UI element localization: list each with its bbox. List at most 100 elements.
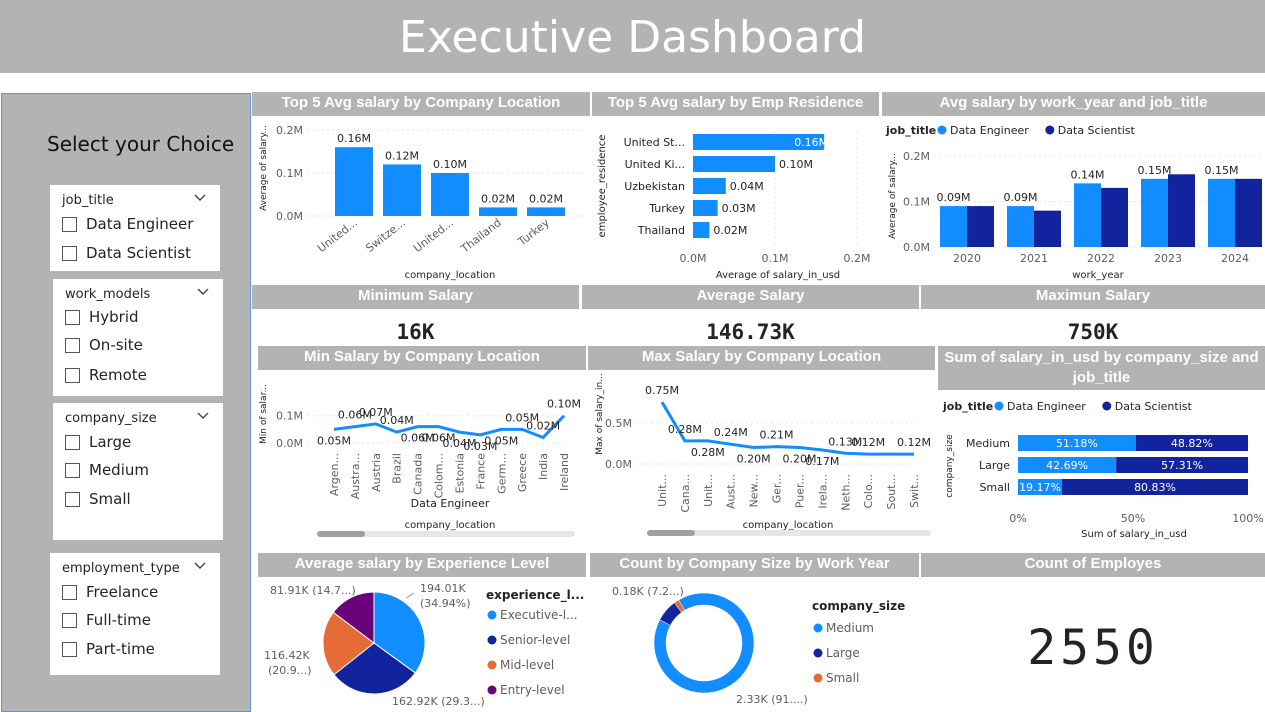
data-label: 0.10M — [433, 158, 467, 171]
y-tick-label: 0.2M — [903, 150, 930, 163]
checkbox[interactable] — [65, 367, 80, 383]
checkbox[interactable] — [65, 462, 80, 478]
x-tick-label: Swit... — [908, 474, 921, 508]
y-tick-label: 0.5M — [605, 417, 632, 430]
option-on-site[interactable]: On-site — [65, 336, 143, 354]
y-axis-label: Min of salar... — [259, 384, 269, 444]
data-label: 51.18% — [1056, 437, 1098, 450]
x-tick-label: 0.1M — [762, 252, 789, 265]
data-label: 162.92K (29.3...) — [392, 695, 485, 708]
x-axis-label: company_location — [405, 520, 496, 531]
legend-marker — [994, 401, 1004, 411]
data-label: 0.16M — [337, 132, 371, 145]
y-tick-label: United St... — [624, 136, 685, 149]
x-tick-label: Unit... — [656, 474, 669, 507]
data-label: 2.33K (91....) — [736, 693, 808, 706]
chart-experience: 194.01K (34.94%) 162.92K (29.3...) 116.42K (… — [264, 582, 584, 708]
x-tick-label: India — [537, 453, 550, 480]
bar — [1074, 183, 1101, 247]
slicer-title: company_size — [65, 411, 157, 426]
chart-count-size: 2.33K (91....) 0.18K (7.2...) company_size… — [612, 585, 905, 706]
data-label: 0.05M — [317, 434, 351, 447]
x-tick-label: Colo... — [862, 474, 875, 509]
bar — [431, 173, 469, 216]
data-label: 0.09M — [1004, 191, 1038, 204]
data-label: 0.14M — [1071, 168, 1105, 181]
data-label: (20.9...) — [268, 664, 312, 677]
option-hybrid[interactable]: Hybrid — [65, 308, 139, 326]
option-data-scientist[interactable]: Data Scientist — [62, 244, 191, 262]
x-axis-label: Average of salary_in_usd — [716, 270, 840, 281]
data-label: 0.09M — [937, 191, 971, 204]
slicer-title: employment_type — [62, 561, 180, 576]
legend-marker — [813, 623, 823, 633]
legend-label: Data Engineer — [950, 124, 1029, 137]
slicer-work-models: work_models Hybrid On-site Remote — [53, 279, 223, 396]
y-tick-label: 0.1M — [276, 410, 303, 423]
y-axis-label: company_size — [945, 434, 955, 498]
option-freelance[interactable]: Freelance — [62, 583, 158, 601]
axis-subtitle: Data Engineer — [411, 497, 490, 510]
option-medium[interactable]: Medium — [65, 461, 149, 479]
checkbox[interactable] — [62, 612, 77, 628]
data-label: 0.21M — [760, 429, 794, 442]
slicer-title: job_title — [62, 193, 114, 208]
bar — [1034, 210, 1061, 247]
checkbox[interactable] — [62, 584, 77, 600]
checkbox[interactable] — [65, 491, 80, 507]
chevron-down-icon[interactable] — [197, 288, 209, 296]
checkbox[interactable] — [65, 309, 80, 325]
option-large[interactable]: Large — [65, 433, 131, 451]
x-axis-label: company_location — [743, 520, 834, 531]
slicer-employment-type: employment_type Freelance Full-time Part… — [50, 553, 220, 675]
option-data-engineer[interactable]: Data Engineer — [62, 215, 193, 233]
checkbox[interactable] — [62, 641, 77, 657]
y-tick-label: Uzbekistan — [624, 180, 685, 193]
x-tick-label: Estonia — [453, 453, 466, 494]
data-label: 48.82% — [1171, 437, 1213, 450]
checkbox[interactable] — [65, 337, 80, 353]
chevron-down-icon[interactable] — [194, 194, 206, 202]
chevron-down-icon[interactable] — [197, 412, 209, 420]
x-tick-label: Irela... — [816, 474, 829, 509]
x-tick-label: Brazil — [391, 453, 404, 484]
x-tick-label: Switze... — [363, 216, 408, 255]
bar — [967, 206, 994, 247]
x-tick-label: Puer... — [793, 474, 806, 508]
x-tick-label: Ger... — [771, 474, 784, 503]
checkbox[interactable] — [62, 216, 77, 232]
data-label: 0.28M — [691, 446, 725, 459]
x-tick-label: Unit... — [702, 474, 715, 507]
legend-label: Large — [826, 646, 860, 660]
data-label: 0.15M — [1205, 164, 1239, 177]
legend-title: company_size — [812, 599, 905, 614]
chart-year-job: job_title Data Engineer Data Scientist 0.0M… — [885, 124, 1262, 281]
data-label: 0.04M — [380, 414, 414, 427]
chevron-down-icon[interactable] — [194, 562, 206, 570]
legend-title: job_title — [885, 124, 936, 137]
checkbox[interactable] — [65, 434, 80, 450]
chart-size-job: job_title Data Engineer Data Scientist 0% 50… — [942, 400, 1264, 540]
data-label: 80.83% — [1134, 481, 1176, 494]
x-tick-label: Neth... — [839, 474, 852, 511]
option-small[interactable]: Small — [65, 490, 131, 508]
x-tick-label: 0.2M — [844, 252, 871, 265]
data-label: 0.16M — [794, 136, 828, 149]
data-label: 0.10M — [547, 398, 581, 411]
option-part-time[interactable]: Part-time — [62, 640, 155, 658]
data-label: 0.24M — [714, 426, 748, 439]
y-tick-label: 0.1M — [276, 167, 303, 180]
x-axis-label: Sum of salary_in_usd — [1081, 529, 1187, 540]
legend-marker — [1045, 125, 1055, 135]
option-remote[interactable]: Remote — [65, 366, 147, 384]
legend-marker — [813, 648, 823, 658]
header-avg-salary: Average Salary — [582, 285, 919, 309]
checkbox[interactable] — [62, 245, 77, 261]
kpi-count-employees: 2550 — [1027, 620, 1159, 676]
header-count-employees: Count of Employes — [921, 553, 1265, 577]
option-full-time[interactable]: Full-time — [62, 611, 151, 629]
y-tick-label: United Ki... — [625, 158, 685, 171]
y-tick-label: 0.0M — [903, 241, 930, 254]
x-tick-label: Greece — [516, 453, 529, 492]
legend-marker — [487, 660, 497, 670]
